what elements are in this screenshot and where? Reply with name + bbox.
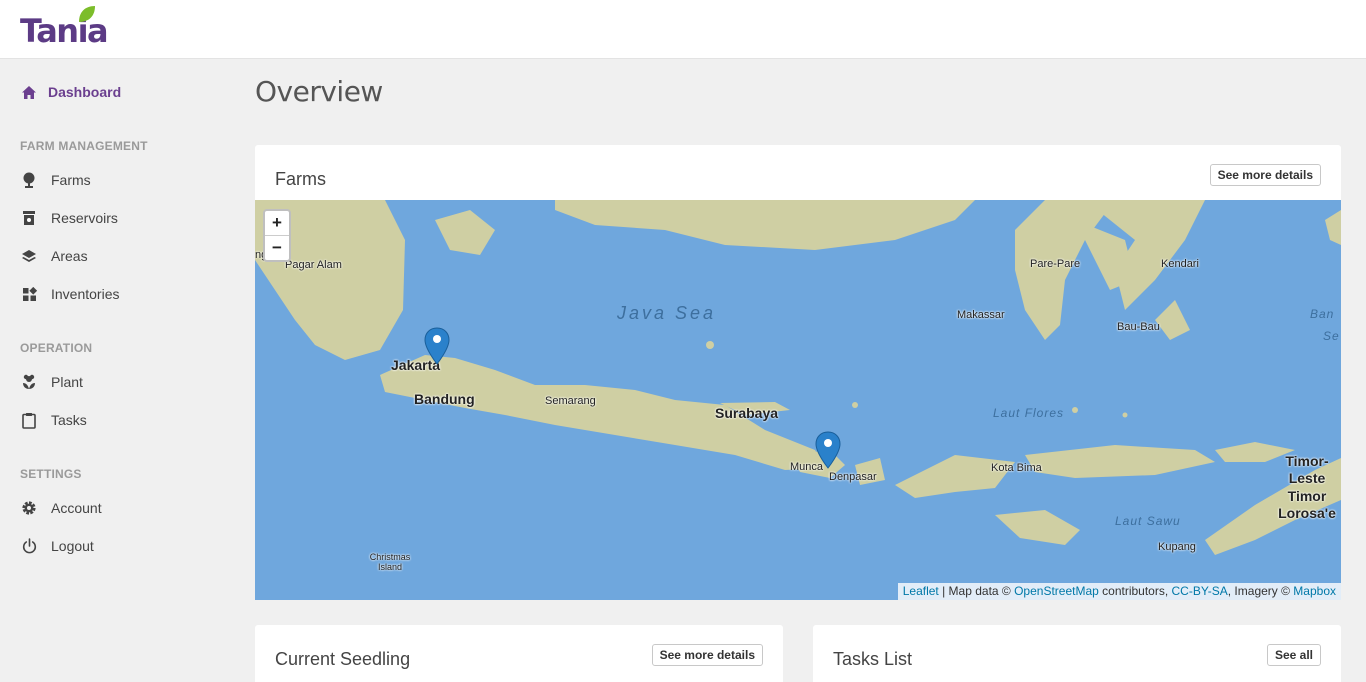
map-label-bandung: Bandung xyxy=(414,391,475,407)
map-label-kota-bima: Kota Bima xyxy=(991,462,1042,474)
map-label-timor-leste: Timor-Leste xyxy=(1285,453,1329,486)
license-link[interactable]: CC-BY-SA xyxy=(1172,584,1228,598)
map-label-kendari: Kendari xyxy=(1161,258,1199,270)
farms-see-more-button[interactable]: See more details xyxy=(1209,164,1321,186)
map-label-ban: Ban xyxy=(1310,307,1335,321)
attribution-text: contributors, xyxy=(1098,584,1172,598)
map-label-laut-flores: Laut Flores xyxy=(993,406,1065,420)
map-marker-jakarta[interactable] xyxy=(424,327,450,365)
home-icon xyxy=(20,83,38,101)
map-label-surabaya: Surabaya xyxy=(715,405,779,421)
farms-card-title: Farms xyxy=(275,169,326,189)
farms-card: Farms See more details ng Pagar Alam Jav… xyxy=(255,145,1341,600)
top-bar: Tania xyxy=(0,0,1366,59)
tasks-see-all-button[interactable]: See all xyxy=(1266,644,1321,666)
sidebar-item-areas[interactable]: Areas xyxy=(20,244,88,268)
sidebar-item-label: Areas xyxy=(51,248,88,264)
map-label-se: Se xyxy=(1323,329,1340,343)
map-label-laut-sawu: Laut Sawu xyxy=(1115,514,1181,528)
sidebar: Dashboard FARM MANAGEMENT Farms Reservoi… xyxy=(0,59,235,682)
seedling-card-title: Current Seedling xyxy=(275,649,411,669)
sidebar-item-label: Farms xyxy=(51,172,91,188)
flower-icon xyxy=(20,373,38,391)
mapbox-link[interactable]: Mapbox xyxy=(1293,584,1336,598)
seedling-see-more-button[interactable]: See more details xyxy=(651,644,763,666)
map-label-makassar: Makassar xyxy=(957,309,1005,321)
sidebar-item-logout[interactable]: Logout xyxy=(20,534,94,558)
sidebar-item-label: Reservoirs xyxy=(51,210,118,226)
map-zoom-control: + − xyxy=(263,209,291,262)
sidebar-item-label: Account xyxy=(51,500,102,516)
tasks-card: Tasks List See all xyxy=(813,625,1341,682)
map-label-pare-pare: Pare-Pare xyxy=(1030,258,1081,270)
seedling-card: Current Seedling See more details xyxy=(255,625,783,682)
zoom-in-button[interactable]: + xyxy=(265,211,289,236)
map-marker-bali[interactable] xyxy=(815,431,841,469)
sidebar-item-dashboard[interactable]: Dashboard xyxy=(20,80,121,104)
map-label-semarang: Semarang xyxy=(545,395,596,407)
sidebar-item-reservoirs[interactable]: Reservoirs xyxy=(20,206,118,230)
sidebar-item-farms[interactable]: Farms xyxy=(20,168,91,192)
clipboard-icon xyxy=(20,411,38,429)
sidebar-item-plant[interactable]: Plant xyxy=(20,370,83,394)
section-settings: SETTINGS xyxy=(20,467,82,481)
tania-logo[interactable]: Tania xyxy=(20,4,120,50)
gear-icon xyxy=(20,499,38,517)
tree-icon xyxy=(20,171,38,189)
map-label-denpasar: Denpasar xyxy=(829,471,877,483)
section-farm-management: FARM MANAGEMENT xyxy=(20,139,148,153)
leaflet-link[interactable]: Leaflet xyxy=(903,584,939,598)
map-label-bau-bau: Bau-Bau xyxy=(1117,321,1160,333)
map-label-java-sea: Java Sea xyxy=(617,303,717,323)
tasks-card-title: Tasks List xyxy=(833,649,913,669)
attribution-text: | Map data © xyxy=(938,584,1015,598)
map-label-pagar-alam: Pagar Alam xyxy=(285,259,342,271)
page-title: Overview xyxy=(255,75,383,108)
widgets-icon xyxy=(20,285,38,303)
sidebar-item-label: Logout xyxy=(51,538,94,554)
section-operation: OPERATION xyxy=(20,341,93,355)
layers-icon xyxy=(20,247,38,265)
farms-map[interactable]: ng Pagar Alam Java Sea Jakarta Bandung S… xyxy=(255,200,1341,600)
sidebar-item-label: Tasks xyxy=(51,412,87,428)
zoom-out-button[interactable]: − xyxy=(265,236,289,260)
osm-link[interactable]: OpenStreetMap xyxy=(1014,584,1099,598)
map-label-christmas-island: Christmas Island xyxy=(369,552,411,572)
map-label-timor-lorosae: Timor Lorosa'e xyxy=(1278,488,1336,521)
reservoir-icon xyxy=(20,209,38,227)
attribution-text: , Imagery © xyxy=(1227,584,1294,598)
sidebar-item-tasks[interactable]: Tasks xyxy=(20,408,87,432)
sidebar-item-inventories[interactable]: Inventories xyxy=(20,282,119,306)
map-attribution: Leaflet | Map data © OpenStreetMap contr… xyxy=(897,583,1341,600)
power-icon xyxy=(20,537,38,555)
sidebar-item-label: Dashboard xyxy=(48,84,122,100)
map-label-kupang: Kupang xyxy=(1158,541,1196,553)
sidebar-item-account[interactable]: Account xyxy=(20,496,102,520)
sidebar-item-label: Inventories xyxy=(51,286,120,302)
sidebar-item-label: Plant xyxy=(51,374,83,390)
leaf-icon xyxy=(79,6,95,22)
